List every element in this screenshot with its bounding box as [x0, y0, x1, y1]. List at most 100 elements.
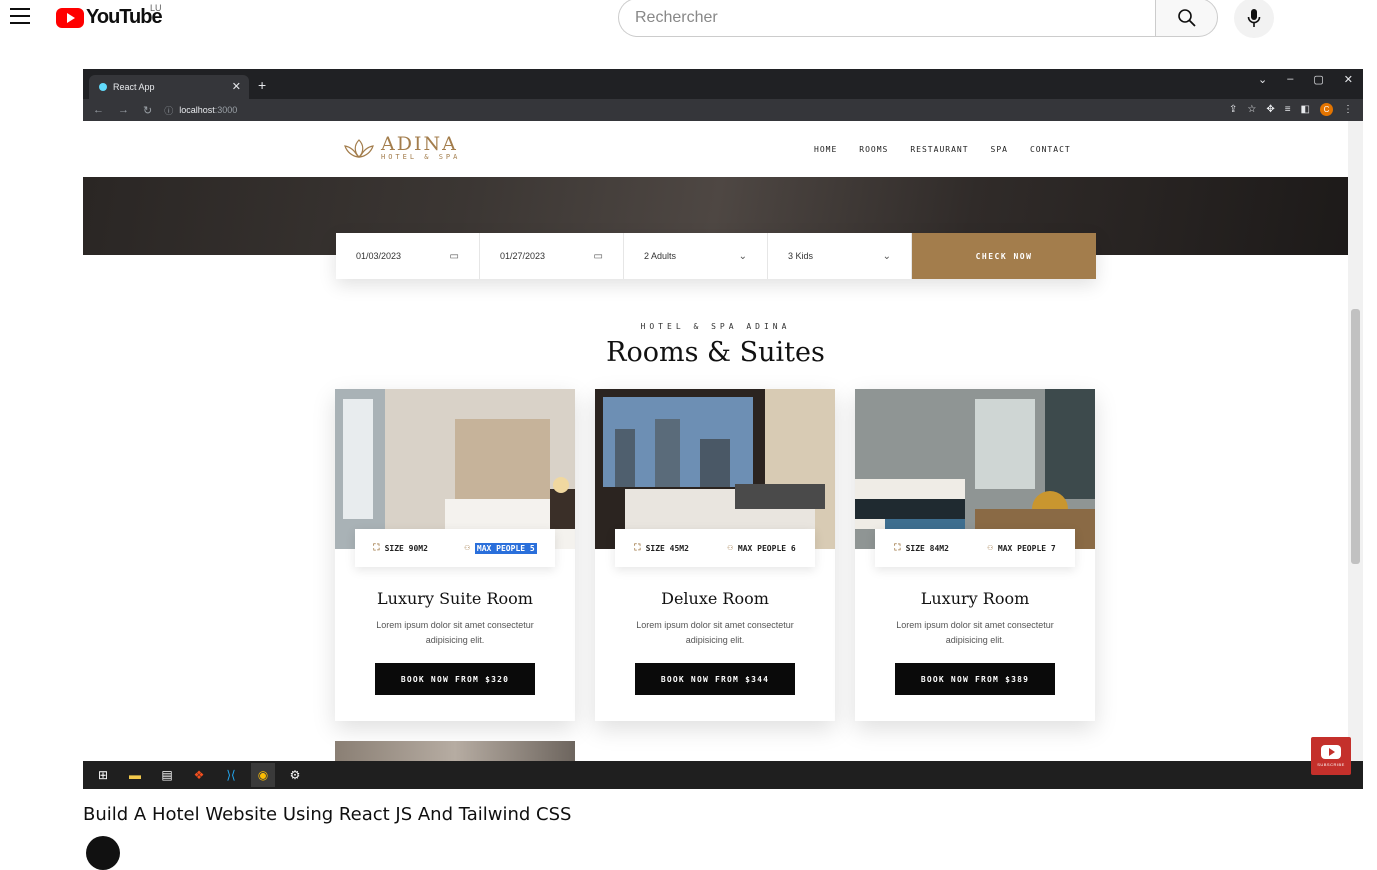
brand-subtitle: HOTEL & SPA	[381, 153, 461, 161]
nav-contact[interactable]: CONTACT	[1030, 145, 1071, 154]
site-logo[interactable]: ADINA HOTEL & SPA	[343, 135, 460, 161]
browser-tab-title: React App	[113, 82, 155, 92]
new-tab-icon[interactable]: +	[258, 77, 266, 93]
nav-spa[interactable]: SPA	[991, 145, 1008, 154]
site-nav: HOME ROOMS RESTAURANT SPA CONTACT	[814, 145, 1071, 154]
window-controls: ⌄ – ▢ ✕	[1258, 73, 1353, 86]
room-photo-partial	[335, 741, 575, 761]
windows-taskbar: ⊞ ▬ ▤ ❖ ⟩⟨ ◉ ⚙	[83, 761, 1363, 789]
browser-tab[interactable]: React App ✕	[89, 75, 249, 99]
room-features: ⛶ SIZE 84M2 ⚇ MAX PEOPLE 7	[875, 529, 1075, 567]
chrome-icon[interactable]: ◉	[251, 763, 275, 787]
book-now-button[interactable]: BOOK NOW FROM $389	[895, 663, 1055, 695]
check-out-value: 01/27/2023	[500, 251, 546, 261]
profile-avatar[interactable]: C	[1320, 103, 1333, 116]
reading-list-icon[interactable]: ≡	[1285, 104, 1291, 115]
room-max-people: MAX PEOPLE 5	[474, 542, 537, 554]
terminal-icon[interactable]: ▤	[155, 763, 179, 787]
address-bar[interactable]: ⓘ localhost:3000	[164, 104, 237, 117]
search-placeholder: Rechercher	[635, 8, 718, 26]
chevron-down-icon: ⌄	[882, 250, 891, 262]
nav-home[interactable]: HOME	[814, 145, 837, 154]
nav-rooms[interactable]: ROOMS	[859, 145, 888, 154]
youtube-play-icon	[1321, 745, 1341, 759]
youtube-logo[interactable]: YouTube	[56, 6, 163, 29]
page-scrollbar[interactable]	[1348, 121, 1363, 761]
figma-icon[interactable]: ❖	[187, 763, 211, 787]
check-in-value: 01/03/2023	[356, 251, 402, 261]
room-card: ⛶ SIZE 84M2 ⚇ MAX PEOPLE 7 Luxury Room Lor…	[855, 389, 1095, 721]
react-favicon-icon	[99, 83, 107, 91]
room-max-people: MAX PEOPLE 6	[737, 543, 796, 553]
vscode-icon[interactable]: ⟩⟨	[219, 763, 243, 787]
voice-search-button[interactable]	[1234, 0, 1274, 38]
adults-dropdown[interactable]: 2 Adults ⌄	[624, 233, 768, 279]
rooms-eyebrow: HOTEL & SPA ADINA	[640, 322, 791, 331]
youtube-play-icon	[56, 7, 84, 28]
video-player[interactable]: React App ✕ + ⌄ – ▢ ✕ ← → ↻ ⓘ localhost:…	[83, 69, 1363, 789]
search-button[interactable]	[1155, 0, 1218, 37]
lotus-icon	[344, 139, 374, 158]
check-now-button[interactable]: CHECK NOW	[912, 233, 1096, 279]
room-name: Deluxe Room	[661, 589, 769, 608]
share-icon[interactable]: ⇪	[1229, 104, 1237, 115]
channel-avatar[interactable]	[86, 836, 120, 870]
nav-restaurant[interactable]: RESTAURANT	[910, 145, 968, 154]
settings-icon[interactable]: ⚙	[283, 763, 307, 787]
expand-icon: ⛶	[894, 543, 901, 553]
menu-icon[interactable]	[10, 8, 30, 24]
calendar-icon: ▭	[449, 250, 459, 262]
book-now-button[interactable]: BOOK NOW FROM $320	[375, 663, 535, 695]
search-icon	[1177, 8, 1196, 27]
room-photo	[595, 389, 835, 549]
book-now-button[interactable]: BOOK NOW FROM $344	[635, 663, 795, 695]
forward-arrow-icon[interactable]: →	[118, 104, 129, 117]
reload-icon[interactable]: ↻	[143, 104, 152, 117]
side-panel-icon[interactable]: ◧	[1301, 104, 1310, 115]
search-input[interactable]: Rechercher	[618, 0, 1155, 37]
windows-start-icon[interactable]: ⊞	[91, 763, 115, 787]
file-explorer-icon[interactable]: ▬	[123, 763, 147, 787]
adults-value: 2 Adults	[644, 251, 677, 261]
chevron-down-icon[interactable]: ⌄	[1258, 73, 1267, 86]
kids-dropdown[interactable]: 3 Kids ⌄	[768, 233, 912, 279]
room-card: ⛶ SIZE 45M2 ⚇ MAX PEOPLE 6 Deluxe Room Lor…	[595, 389, 835, 721]
booking-form: 01/03/2023 ▭ 01/27/2023 ▭ 2 Adults ⌄ 3 K…	[336, 233, 1096, 279]
expand-icon: ⛶	[373, 543, 380, 553]
browser-tab-strip: React App ✕ + ⌄ – ▢ ✕	[83, 69, 1363, 99]
calendar-icon: ▭	[593, 250, 603, 262]
extensions-puzzle-icon[interactable]: ✥	[1266, 104, 1274, 115]
browser-toolbar: ← → ↻ ⓘ localhost:3000 ⇪ ☆ ✥ ≡ ◧ C ⋮	[83, 99, 1363, 121]
chevron-down-icon: ⌄	[738, 250, 747, 262]
url-port: :3000	[214, 105, 238, 115]
people-icon: ⚇	[987, 543, 993, 553]
people-icon: ⚇	[727, 543, 733, 553]
subscribe-watermark-button[interactable]: SUBSCRIBE	[1311, 737, 1351, 775]
minimize-icon[interactable]: –	[1287, 73, 1293, 86]
room-name: Luxury Suite Room	[377, 589, 533, 608]
browser-extensions: ⇪ ☆ ✥ ≡ ◧ C ⋮	[1229, 103, 1353, 116]
back-arrow-icon[interactable]: ←	[93, 104, 104, 117]
expand-icon: ⛶	[634, 543, 641, 553]
room-card: ⛶ SIZE 90M2 ⚇ MAX PEOPLE 5 Luxury Suite Ro…	[335, 389, 575, 721]
room-description: Lorem ipsum dolor sit amet consectetur a…	[896, 620, 1054, 645]
video-title: Build A Hotel Website Using React JS And…	[83, 804, 572, 825]
subscribe-label: SUBSCRIBE	[1317, 762, 1345, 767]
check-in-date-input[interactable]: 01/03/2023 ▭	[336, 233, 480, 279]
room-size: SIZE 84M2	[905, 543, 949, 553]
rooms-title: Rooms & Suites	[606, 337, 825, 368]
scrollbar-thumb[interactable]	[1351, 309, 1360, 564]
more-menu-icon[interactable]: ⋮	[1343, 104, 1353, 115]
maximize-icon[interactable]: ▢	[1313, 73, 1323, 86]
bookmark-star-icon[interactable]: ☆	[1247, 104, 1256, 115]
info-icon: ⓘ	[164, 105, 174, 116]
country-code: LU	[150, 3, 162, 13]
check-out-date-input[interactable]: 01/27/2023 ▭	[480, 233, 624, 279]
room-max-people: MAX PEOPLE 7	[997, 543, 1056, 553]
kids-value: 3 Kids	[788, 251, 814, 261]
site-header: ADINA HOTEL & SPA HOME ROOMS RESTAURANT …	[83, 121, 1348, 177]
youtube-masthead: YouTube LU Rechercher	[0, 0, 1377, 38]
room-size: SIZE 45M2	[645, 543, 689, 553]
close-window-icon[interactable]: ✕	[1344, 73, 1353, 86]
close-tab-icon[interactable]: ✕	[232, 80, 241, 93]
